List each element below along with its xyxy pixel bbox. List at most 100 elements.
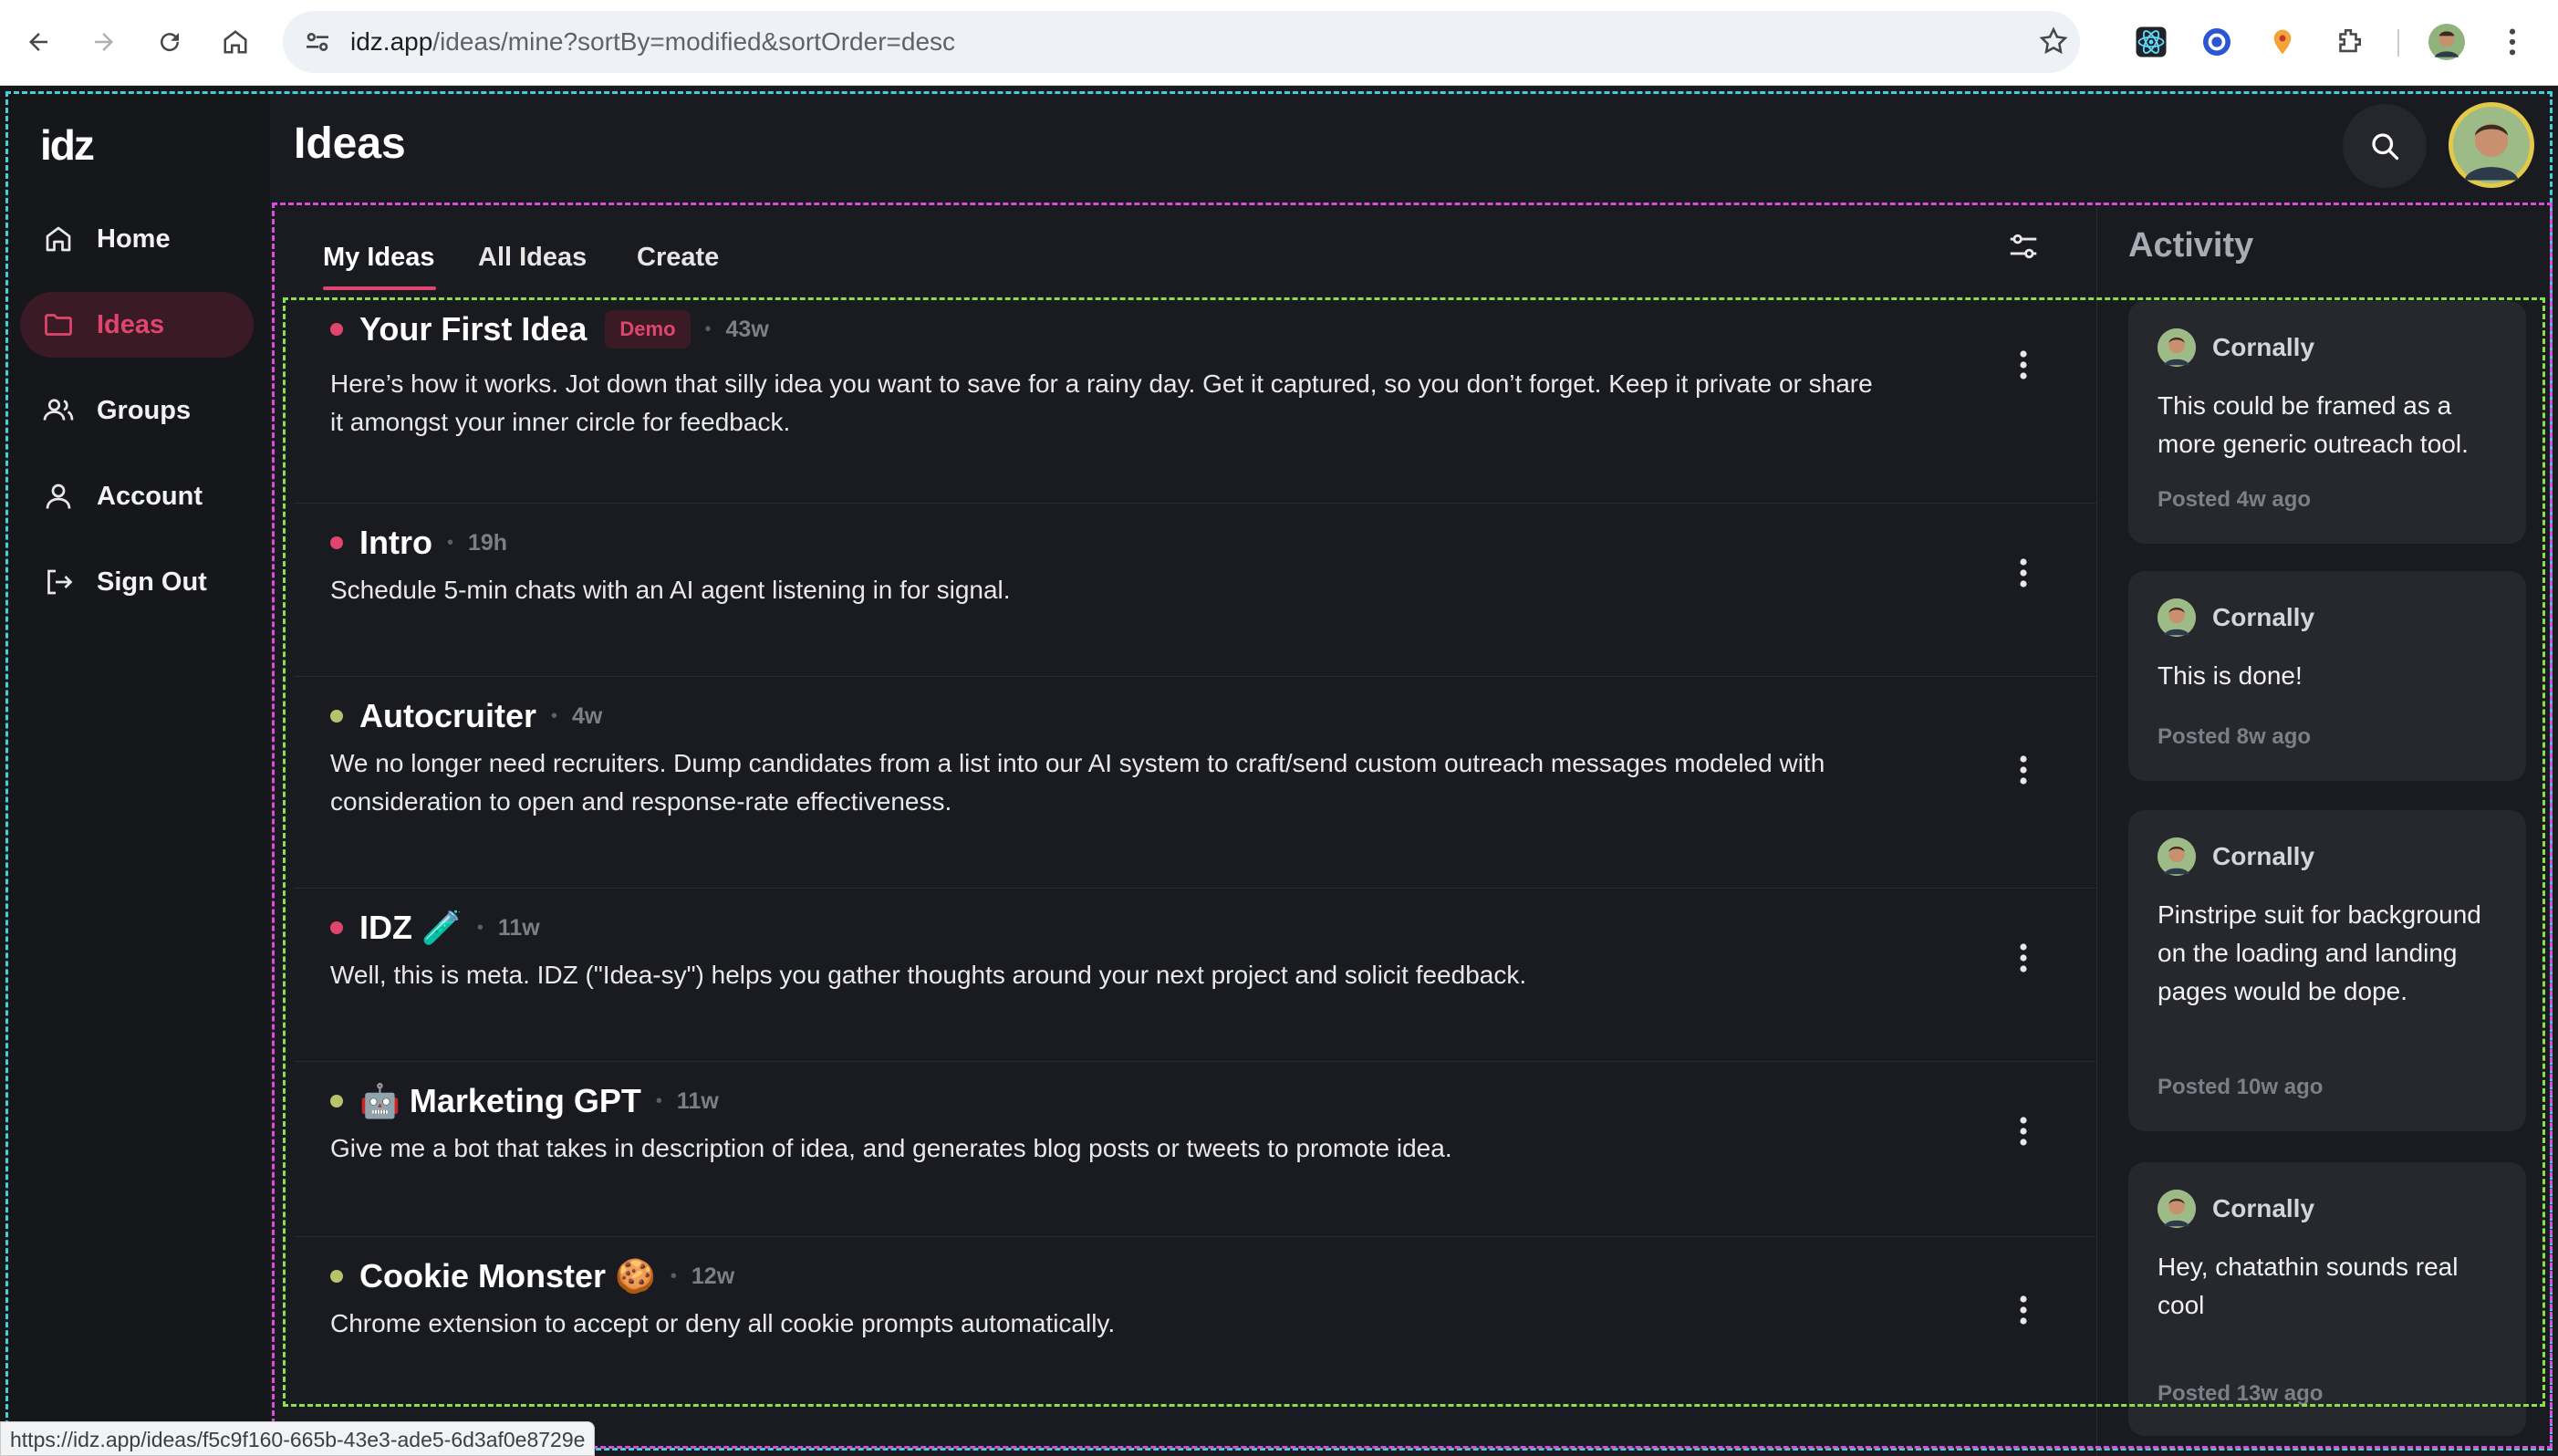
location-pin-icon[interactable] [2261, 20, 2304, 64]
bookmark-star-icon[interactable] [2038, 26, 2069, 61]
idea-row[interactable]: Cookie Monster 🍪 • 12w Chrome extension … [294, 1237, 2096, 1410]
idea-title[interactable]: Intro [359, 524, 432, 562]
app-logo[interactable]: idz [40, 120, 95, 170]
house-icon [224, 30, 247, 54]
idea-row[interactable]: Autocruiter • 4w We no longer need recru… [294, 677, 2096, 889]
avatar [2158, 1190, 2196, 1228]
site-settings-icon[interactable] [303, 27, 332, 61]
avatar [2158, 328, 2196, 367]
status-dot [330, 1270, 343, 1283]
activity-user: Cornally [2158, 328, 2314, 367]
activity-user-name[interactable]: Cornally [2212, 842, 2314, 871]
sidebar-item-label: Home [97, 224, 171, 254]
idea-age: 43w [725, 316, 769, 342]
reload-icon [161, 33, 180, 52]
kebab-menu-icon [2020, 1295, 2027, 1325]
activity-user-name[interactable]: Cornally [2212, 1194, 2314, 1223]
more-options-button[interactable] [2005, 1106, 2042, 1157]
avatar [2158, 837, 2196, 876]
activity-card[interactable]: Cornally Pinstripe suit for background o… [2128, 810, 2526, 1131]
back-button[interactable] [16, 20, 60, 64]
idea-age: 11w [497, 914, 540, 941]
sidebar-item-account[interactable]: Account [20, 463, 254, 529]
kebab-menu-icon [2020, 755, 2027, 785]
demo-badge: Demo [605, 310, 691, 348]
avatar-photo [2453, 107, 2530, 183]
idea-row[interactable]: Your First Idea Demo • 43w Here’s how it… [294, 299, 2096, 504]
kebab-menu-icon [2020, 943, 2027, 972]
sidebar: idz Home Ideas Groups Account Sign Out [0, 86, 270, 1456]
idea-age: 19h [468, 529, 508, 556]
more-options-button[interactable] [2005, 932, 2042, 983]
activity-user-name[interactable]: Cornally [2212, 603, 2314, 632]
idea-title[interactable]: Your First Idea [359, 310, 587, 348]
tab-create[interactable]: Create [637, 243, 719, 273]
idea-header: 🤖 Marketing GPT • 11w [330, 1082, 719, 1120]
tab-all-ideas[interactable]: All Ideas [478, 243, 587, 273]
more-options-button[interactable] [2005, 547, 2042, 598]
browser-menu-icon[interactable] [2490, 20, 2534, 64]
separator-dot: • [476, 917, 484, 938]
status-dot [330, 323, 343, 336]
sidebar-item-home[interactable]: Home [20, 206, 254, 272]
user-avatar[interactable] [2449, 102, 2534, 188]
activity-timestamp: Posted 4w ago [2158, 487, 2312, 512]
idea-description: Give me a bot that takes in description … [330, 1134, 1452, 1162]
search-button[interactable] [2343, 104, 2427, 188]
idea-row[interactable]: Intro • 19h Schedule 5-min chats with an… [294, 504, 2096, 677]
url-text: idz.app/ideas/mine?sortBy=modified&sortO… [350, 27, 956, 56]
forward-button[interactable] [82, 20, 126, 64]
status-dot [330, 1095, 343, 1108]
idea-age: 12w [691, 1263, 735, 1289]
toolbar-divider [2397, 29, 2399, 57]
idea-header: Intro • 19h [330, 524, 507, 562]
react-devtools-icon[interactable] [2129, 20, 2173, 64]
address-bar[interactable]: idz.app/ideas/mine?sortBy=modified&sortO… [283, 11, 2080, 73]
idea-header: Your First Idea Demo • 43w [330, 310, 769, 348]
more-options-button[interactable] [2005, 1284, 2042, 1336]
separator-dot: • [704, 318, 712, 339]
sliders-icon [2010, 234, 2037, 259]
sidebar-item-groups[interactable]: Groups [20, 378, 254, 443]
idea-title[interactable]: 🤖 Marketing GPT [359, 1082, 641, 1120]
idea-title[interactable]: Cookie Monster 🍪 [359, 1257, 656, 1295]
arrow-right-icon [95, 33, 113, 51]
idea-age: 11w [676, 1087, 719, 1114]
idea-age: 4w [572, 702, 603, 729]
idea-row[interactable]: 🤖 Marketing GPT • 11w Give me a bot that… [294, 1062, 2096, 1237]
activity-card[interactable]: Cornally This could be framed as a more … [2128, 301, 2526, 544]
activity-comment: This is done! [2158, 661, 2303, 690]
sidebar-item-label: Sign Out [97, 567, 207, 597]
filter-button[interactable] [2002, 224, 2045, 268]
idea-description: Well, this is meta. IDZ ("Idea-sy") help… [330, 961, 1527, 989]
user-icon [46, 484, 71, 509]
kebab-menu-icon [2020, 1117, 2027, 1146]
activity-card[interactable]: Cornally This is done! Posted 8w ago [2128, 571, 2526, 781]
home-icon [46, 226, 71, 252]
kebab-menu-icon [2020, 350, 2027, 380]
idea-row[interactable]: IDZ 🧪 • 11w Well, this is meta. IDZ ("Id… [294, 889, 2096, 1062]
users-icon [43, 399, 74, 421]
home-button[interactable] [213, 20, 257, 64]
idea-title[interactable]: Autocruiter [359, 697, 536, 735]
reload-button[interactable] [148, 20, 192, 64]
link-status-bar: https://idz.app/ideas/f5c9f160-665b-43e3… [0, 1421, 596, 1456]
activity-user-name[interactable]: Cornally [2212, 333, 2314, 362]
tab-my-ideas[interactable]: My Ideas [323, 243, 435, 273]
activity-user: Cornally [2158, 598, 2314, 637]
sidebar-item-ideas[interactable]: Ideas [20, 292, 254, 358]
extension-ring-icon[interactable] [2195, 20, 2239, 64]
profile-avatar-small[interactable] [2425, 20, 2469, 64]
idea-description: Schedule 5-min chats with an AI agent li… [330, 576, 1011, 604]
extensions-puzzle-icon[interactable] [2326, 20, 2370, 64]
more-options-button[interactable] [2005, 339, 2042, 390]
idea-title[interactable]: IDZ 🧪 [359, 909, 463, 947]
sidebar-item-sign-out[interactable]: Sign Out [20, 549, 254, 615]
more-options-button[interactable] [2005, 744, 2042, 796]
activity-timestamp: Posted 13w ago [2158, 1381, 2324, 1406]
activity-card[interactable]: Cornally Hey, chatathin sounds real cool… [2128, 1162, 2526, 1436]
idea-description: Chrome extension to accept or deny all c… [330, 1309, 1116, 1337]
activity-panel: Activity Cornally This could be framed a… [2096, 206, 2558, 1456]
active-tab-indicator [323, 286, 436, 290]
idea-header: IDZ 🧪 • 11w [330, 909, 540, 947]
